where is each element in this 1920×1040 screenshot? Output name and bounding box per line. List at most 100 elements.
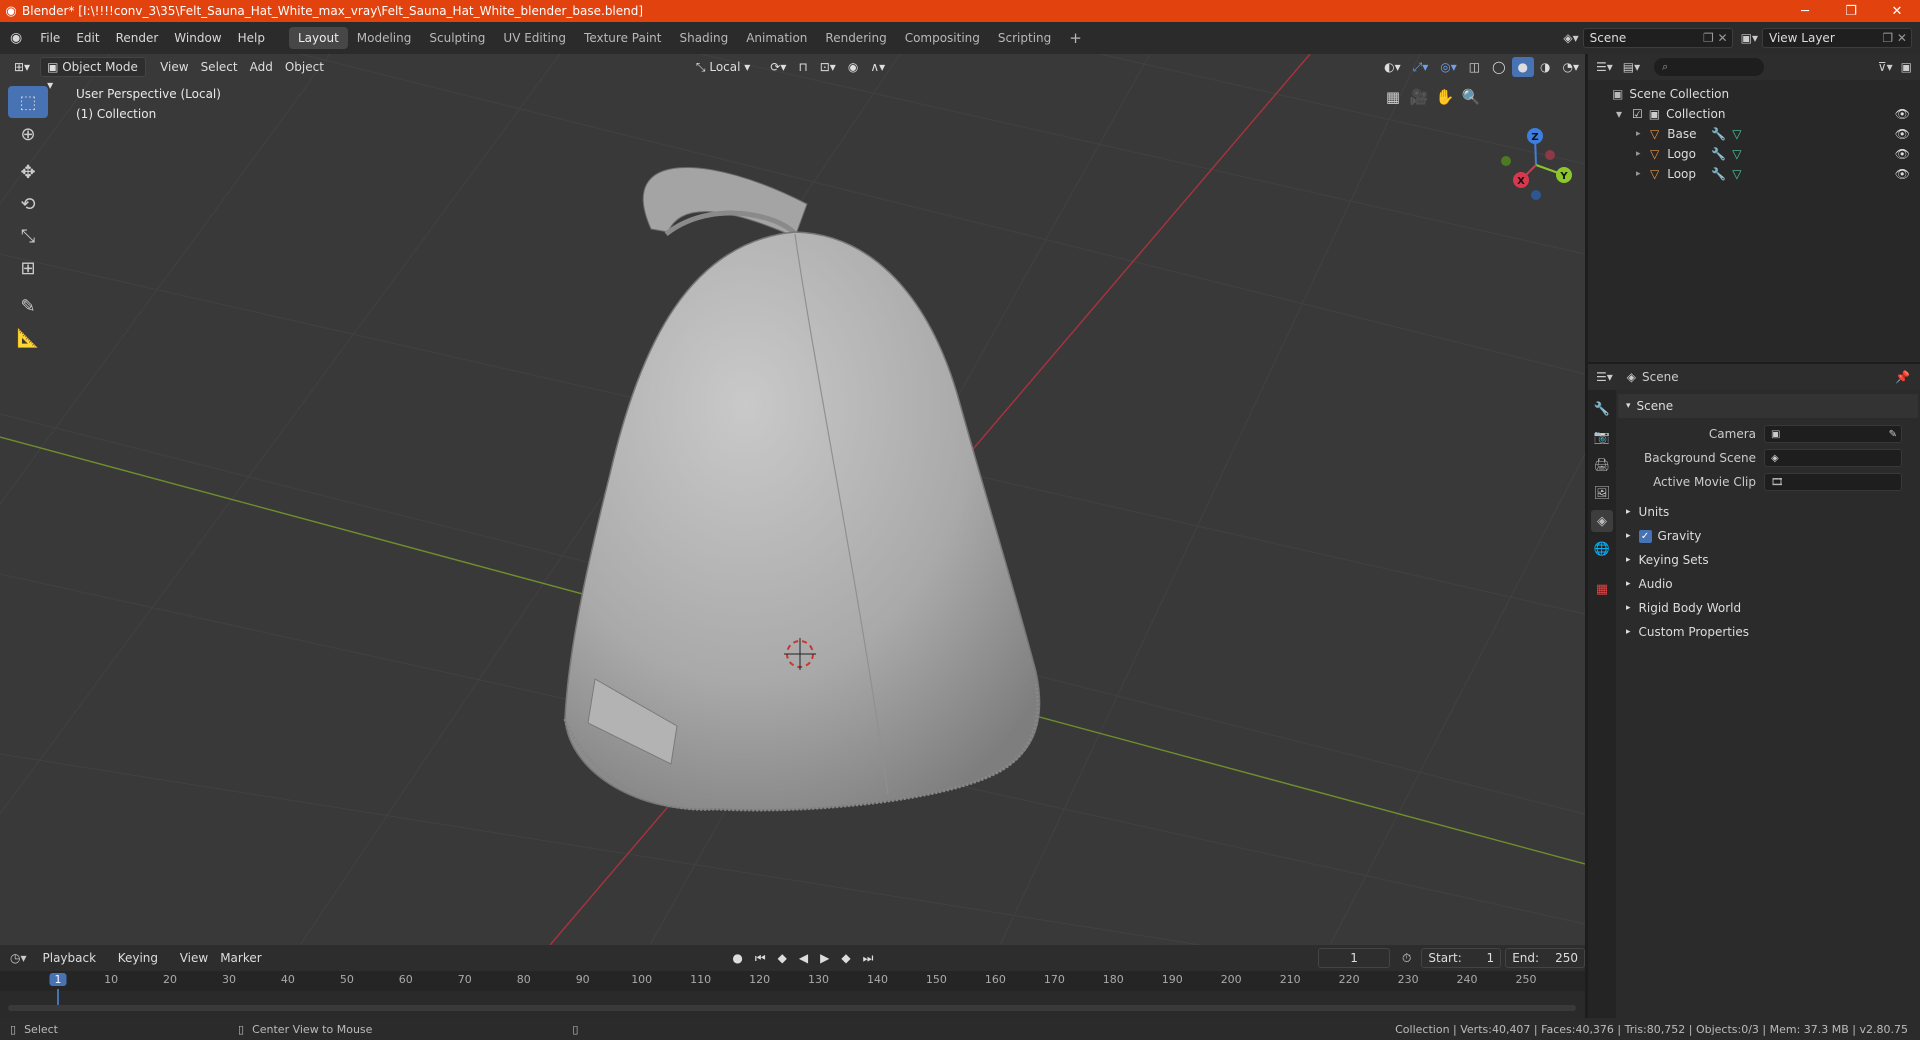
zoom-icon[interactable]: 🔍 [1458,84,1484,110]
expand-arrow-icon[interactable]: ▸ [1636,129,1650,139]
overlay-toggle-icon[interactable]: ◎▾ [1434,57,1463,77]
mesh-data-icon[interactable]: ▽ [1732,127,1741,141]
texture-tab-icon[interactable]: ▦ [1591,578,1613,600]
3d-viewport[interactable]: Z Y X ⊞▾ ▣ Object Mode ▾ View Select Add… [0,54,1585,945]
tab-texture-paint[interactable]: Texture Paint [575,27,670,49]
record-icon[interactable]: ● [726,948,748,968]
modifier-wrench-icon[interactable]: 🔧 [1711,167,1726,181]
cursor-tool-icon[interactable]: ⊕ [8,118,48,150]
properties-editor-icon[interactable]: ☰▾ [1596,370,1613,384]
menu-window[interactable]: Window [166,27,229,49]
world-tab-icon[interactable]: 🌐 [1591,538,1613,560]
timeline-menu-view[interactable]: View [174,948,214,968]
end-frame-field[interactable]: End: 250 [1505,948,1585,968]
blender-menu-icon[interactable]: ◉ [0,27,32,49]
visibility-icon[interactable]: ◐▾ [1378,57,1407,77]
camera-view-icon[interactable]: 🎥 [1406,84,1432,110]
tab-scripting[interactable]: Scripting [989,27,1060,49]
collection-checkbox-icon[interactable]: ☑ [1632,107,1643,121]
mesh-data-icon[interactable]: ▽ [1732,147,1741,161]
wireframe-shading-icon[interactable]: ◯ [1486,57,1511,77]
expand-arrow-icon[interactable]: ▾ [1616,107,1632,121]
keying-sets-panel-header[interactable]: ▸ Keying Sets [1618,548,1918,572]
expand-arrow-icon[interactable]: ▸ [1636,149,1650,159]
outliner-search-input[interactable]: ⌕ [1654,58,1765,76]
pan-hand-icon[interactable]: ✋ [1432,84,1458,110]
view-layer-tab-icon[interactable]: 🖼 [1591,482,1613,504]
output-tab-icon[interactable]: 🖨 [1591,454,1613,476]
background-scene-field[interactable]: ◈ [1764,449,1902,467]
menu-file[interactable]: File [32,27,68,49]
felt-sauna-hat-mesh[interactable] [563,167,1041,812]
view-layer-icon[interactable]: ▣▾ [1741,31,1758,45]
scene-selector[interactable]: Scene ❐ ✕ [1582,28,1733,48]
frame-ruler[interactable]: 1 10 20 30 40 50 60 70 80 90 100 110 120 130 140 150 160… [0,971,1585,1007]
snap-icon[interactable]: ⊓ [792,57,813,77]
prev-keyframe-icon[interactable]: ◆ [772,948,793,968]
viewport-menu-add[interactable]: Add [244,57,279,77]
timeline-scrollbar[interactable] [8,1005,1576,1011]
jump-start-icon[interactable]: ⏮ [749,948,772,968]
visibility-eye-icon[interactable]: 👁 [1895,127,1910,141]
next-keyframe-icon[interactable]: ◆ [835,948,856,968]
scene-type-icon[interactable]: ◈▾ [1563,31,1578,45]
snap-target-icon[interactable]: ⊡▾ [814,57,842,77]
menu-render[interactable]: Render [108,27,167,49]
units-panel-header[interactable]: ▸ Units [1618,500,1918,524]
gravity-panel-header[interactable]: ▸ ✓ Gravity [1618,524,1918,548]
eyedropper-icon[interactable]: ✎ [1889,429,1897,440]
timeline-editor-icon[interactable]: ◷▾ [10,951,27,965]
move-tool-icon[interactable]: ✥ [8,156,48,188]
new-scene-icon[interactable]: ❐ ✕ [1703,29,1728,47]
mesh-data-icon[interactable]: ▽ [1732,167,1741,181]
visibility-eye-icon[interactable]: 👁 [1895,147,1910,161]
active-movie-clip-field[interactable]: 🎞 [1764,473,1902,491]
tab-animation[interactable]: Animation [737,27,816,49]
jump-end-icon[interactable]: ⏭ [857,948,880,968]
scene-tab-icon[interactable]: ◈ [1591,510,1613,532]
close-icon[interactable]: ✕ [1874,4,1920,19]
tab-uv-editing[interactable]: UV Editing [494,27,575,49]
custom-properties-panel-header[interactable]: ▸ Custom Properties [1618,620,1918,644]
transform-orientation-dropdown[interactable]: ⤡ Local ▾ [690,57,756,77]
play-icon[interactable]: ▶ [814,948,835,968]
scale-tool-icon[interactable]: ⤡ [8,220,48,252]
tab-modeling[interactable]: Modeling [348,27,421,49]
solid-shading-icon[interactable]: ● [1511,57,1535,77]
minimize-icon[interactable]: ─ [1782,4,1828,19]
mode-selector[interactable]: ▣ Object Mode ▾ [40,57,147,92]
tab-sculpting[interactable]: Sculpting [420,27,494,49]
expand-arrow-icon[interactable]: ▸ [1636,169,1650,179]
play-reverse-icon[interactable]: ◀ [793,948,814,968]
outliner-row-base[interactable]: ▸ ▽ Base 🔧 ▽ 👁 [1588,124,1920,144]
tab-shading[interactable]: Shading [670,27,737,49]
pin-icon[interactable]: 📌 [1895,370,1910,384]
annotate-tool-icon[interactable]: ✎ [8,290,48,322]
outliner-editor-icon[interactable]: ☰▾ [1596,60,1613,74]
outliner-row-scene-collection[interactable]: ▣ Scene Collection [1588,84,1920,104]
pivot-point-icon[interactable]: ⟳▾ [764,57,792,77]
tab-compositing[interactable]: Compositing [896,27,989,49]
visibility-eye-icon[interactable]: 👁 [1895,107,1910,121]
menu-help[interactable]: Help [230,27,273,49]
modifier-wrench-icon[interactable]: 🔧 [1711,127,1726,141]
display-mode-icon[interactable]: ▤▾ [1623,60,1640,74]
outliner-row-loop[interactable]: ▸ ▽ Loop 🔧 ▽ 👁 [1588,164,1920,184]
viewport-menu-select[interactable]: Select [195,57,244,77]
xray-icon[interactable]: ◫ [1463,57,1486,77]
add-workspace-icon[interactable]: + [1060,27,1091,49]
navigation-gizmo[interactable]: Z Y X [1501,128,1572,200]
outliner-row-logo[interactable]: ▸ ▽ Logo 🔧 ▽ 👁 [1588,144,1920,164]
preview-range-icon[interactable]: ⏱ [1396,948,1417,968]
tab-layout[interactable]: Layout [288,27,348,49]
render-tab-icon[interactable]: 📷 [1591,426,1613,448]
tool-tab-icon[interactable]: 🔧 [1591,398,1613,420]
proportional-edit-icon[interactable]: ◉ [842,57,864,77]
toggle-ortho-icon[interactable]: ▦ [1380,84,1406,110]
rigid-body-world-panel-header[interactable]: ▸ Rigid Body World [1618,596,1918,620]
audio-panel-header[interactable]: ▸ Audio [1618,572,1918,596]
menu-edit[interactable]: Edit [68,27,107,49]
gravity-checkbox[interactable]: ✓ [1638,529,1652,543]
view-layer-selector[interactable]: View Layer ❐ ✕ [1762,28,1912,48]
visibility-eye-icon[interactable]: 👁 [1895,167,1910,181]
